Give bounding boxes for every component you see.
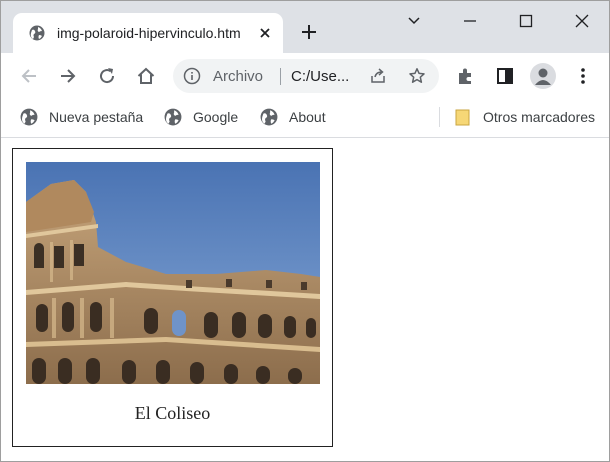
- profile-avatar[interactable]: [530, 63, 556, 89]
- other-bookmarks-label: Otros marcadores: [483, 109, 596, 125]
- globe-icon: [260, 108, 278, 126]
- toolbar: Archivo C:/Use...: [1, 53, 609, 99]
- bookmark-star-icon[interactable]: [408, 67, 426, 85]
- home-icon[interactable]: [136, 66, 156, 86]
- scheme-label: Archivo: [213, 68, 264, 85]
- back-icon[interactable]: [19, 66, 39, 86]
- bookmarks-bar: Nueva pestaña Google About Otros marcado…: [1, 99, 609, 138]
- photo-caption[interactable]: El Coliseo: [13, 403, 332, 424]
- tab-search-icon[interactable]: [404, 11, 424, 31]
- polaroid-card[interactable]: El Coliseo: [12, 148, 333, 447]
- menu-icon[interactable]: [573, 66, 593, 86]
- globe-icon: [164, 108, 182, 126]
- minimize-icon[interactable]: [460, 11, 480, 31]
- new-tab-icon[interactable]: [300, 23, 318, 41]
- colosseum-image: [26, 162, 320, 384]
- colosseum-photo[interactable]: [26, 162, 320, 384]
- active-tab[interactable]: img-polaroid-hipervinculo.htm: [13, 13, 283, 53]
- close-window-icon[interactable]: [572, 11, 592, 31]
- bookmarks-separator: [439, 107, 440, 127]
- side-panel-icon[interactable]: [495, 66, 515, 86]
- globe-icon: [20, 108, 38, 126]
- address-bar[interactable]: Archivo C:/Use...: [173, 59, 439, 93]
- tab-strip: img-polaroid-hipervinculo.htm: [1, 1, 609, 53]
- maximize-icon[interactable]: [516, 11, 536, 31]
- close-tab-icon[interactable]: [256, 24, 274, 42]
- url-text[interactable]: C:/Use...: [291, 68, 349, 85]
- reload-icon[interactable]: [97, 66, 117, 86]
- bookmark-label: Nueva pestaña: [49, 109, 144, 125]
- forward-icon[interactable]: [58, 66, 78, 86]
- extensions-icon[interactable]: [456, 66, 476, 86]
- bookmark-label: Google: [193, 109, 239, 125]
- folder-icon: [455, 109, 470, 126]
- info-icon[interactable]: [183, 67, 201, 85]
- share-icon[interactable]: [369, 67, 387, 85]
- address-separator: [280, 68, 281, 85]
- tab-title: img-polaroid-hipervinculo.htm: [57, 25, 241, 41]
- page-content: El Coliseo: [1, 138, 609, 461]
- bookmark-label: About: [289, 109, 326, 125]
- person-icon: [535, 68, 551, 85]
- globe-icon: [29, 25, 45, 41]
- browser-window: img-polaroid-hipervinculo.htm Archivo C:…: [0, 0, 610, 462]
